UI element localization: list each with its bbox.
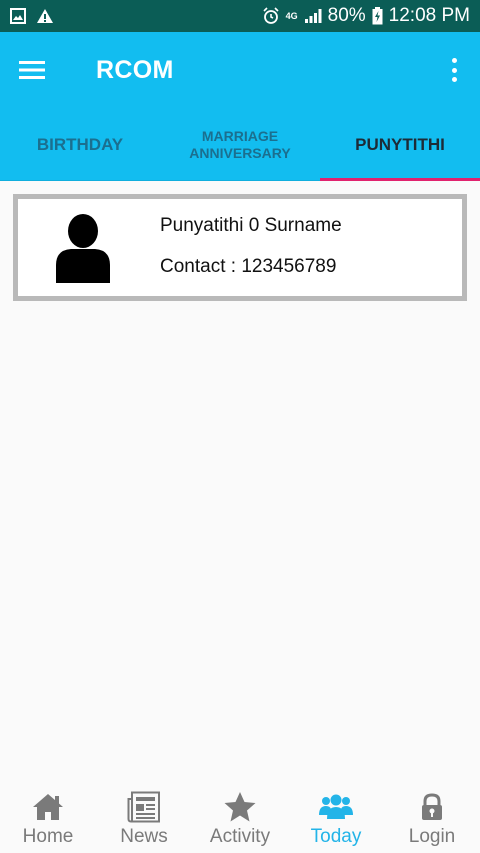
nav-today[interactable]: Today xyxy=(288,779,384,853)
hamburger-icon xyxy=(19,61,45,79)
status-bar: 4G 80% 12:08 PM xyxy=(0,0,480,32)
status-bar-right: 4G 80% 12:08 PM xyxy=(262,5,470,27)
status-bar-left xyxy=(10,8,54,24)
newspaper-icon xyxy=(127,791,161,823)
nav-login-label: Login xyxy=(408,826,456,847)
person-avatar-icon xyxy=(56,214,110,283)
nav-home-label: Home xyxy=(22,826,74,847)
tab-birthday[interactable]: BIRTHDAY xyxy=(0,108,160,181)
alarm-icon xyxy=(262,7,280,25)
nav-news-label: News xyxy=(120,826,168,847)
battery-charging-icon xyxy=(372,7,383,25)
nav-today-label: Today xyxy=(310,826,362,847)
person-card[interactable]: Punyatithi 0 Surname Contact : 123456789 xyxy=(13,194,467,301)
tab-bar: BIRTHDAY MARRIAGE ANNIVERSARY PUNYTITHI xyxy=(0,108,480,181)
menu-button[interactable] xyxy=(0,32,64,108)
clock: 12:08 PM xyxy=(388,5,470,26)
battery-percent: 80% xyxy=(327,5,366,26)
person-contact: Contact : 123456789 xyxy=(160,256,337,277)
tab-marriage-anniversary-label: MARRIAGE ANNIVERSARY xyxy=(189,127,291,161)
nav-activity[interactable]: Activity xyxy=(192,779,288,853)
tab-marriage-anniversary[interactable]: MARRIAGE ANNIVERSARY xyxy=(160,108,320,181)
star-icon xyxy=(223,791,257,823)
person-name: Punyatithi 0 Surname xyxy=(160,215,342,236)
tab-punytithi[interactable]: PUNYTITHI xyxy=(320,108,480,181)
app-title: RCOM xyxy=(96,55,174,84)
network-type: 4G xyxy=(285,10,298,21)
image-notification-icon xyxy=(10,8,26,24)
bottom-navigation: Home News Activity Today Login xyxy=(0,779,480,853)
nav-activity-label: Activity xyxy=(209,826,271,847)
people-icon xyxy=(319,791,353,823)
more-vert-icon xyxy=(451,58,457,63)
signal-icon xyxy=(304,8,322,24)
nav-news[interactable]: News xyxy=(96,779,192,853)
nav-home[interactable]: Home xyxy=(0,779,96,853)
lock-icon xyxy=(420,791,444,823)
nav-login[interactable]: Login xyxy=(384,779,480,853)
home-icon xyxy=(31,791,65,823)
app-bar: RCOM xyxy=(0,32,480,108)
warning-icon xyxy=(36,8,54,24)
overflow-menu-button[interactable] xyxy=(444,56,464,84)
